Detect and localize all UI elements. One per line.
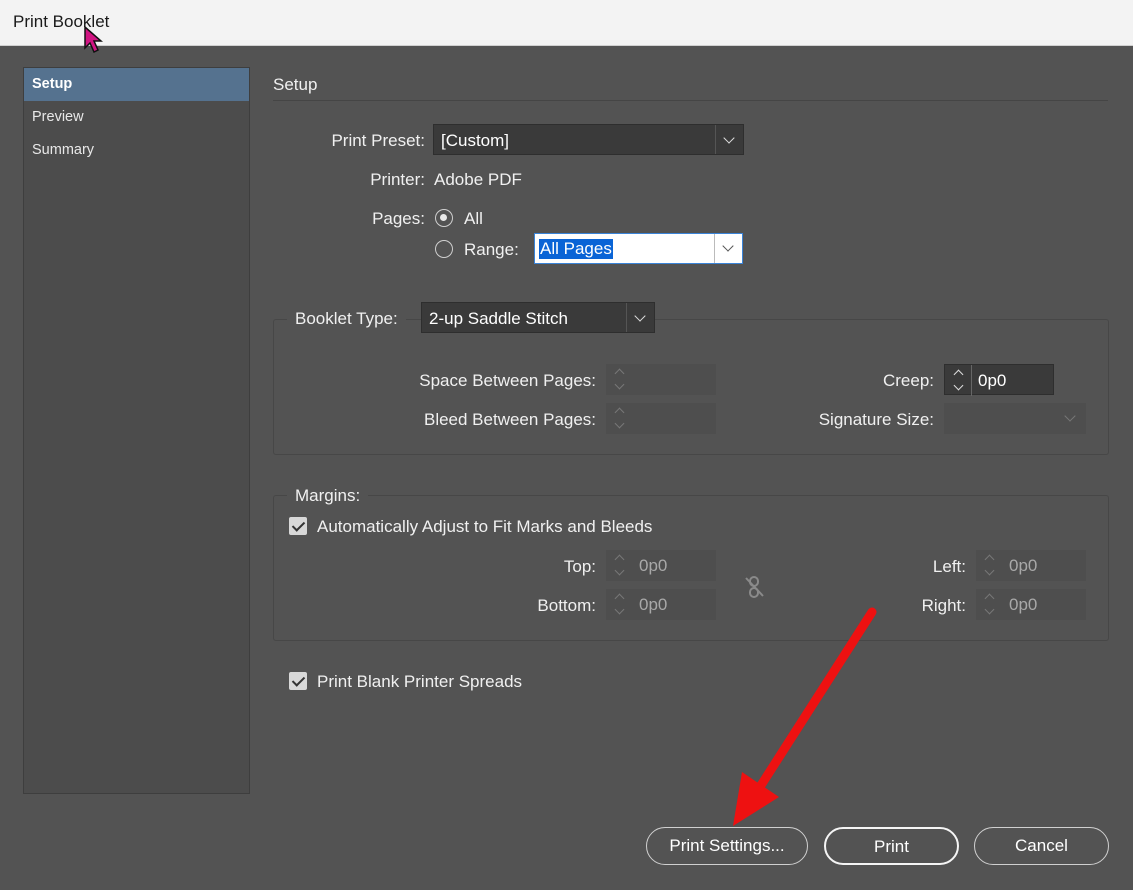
print-settings-button[interactable]: Print Settings... xyxy=(646,827,808,865)
print-preset-dropdown[interactable]: [Custom] xyxy=(433,124,744,155)
booklet-type-dropdown[interactable]: 2-up Saddle Stitch xyxy=(421,302,655,333)
margin-bottom-stepper: 0p0 xyxy=(606,589,716,620)
chain-link-broken-icon xyxy=(745,576,764,598)
print-preset-label: Print Preset: xyxy=(331,131,425,150)
sidebar-item-setup[interactable]: Setup xyxy=(24,68,249,101)
title-bar: Print Booklet xyxy=(0,0,1133,54)
print-blank-spreads-checkbox[interactable] xyxy=(289,672,307,690)
bleed-between-pages-label: Bleed Between Pages: xyxy=(423,410,596,429)
chevron-down-icon xyxy=(626,303,654,332)
stepper-arrows-icon xyxy=(606,550,633,581)
space-between-pages-label: Space Between Pages: xyxy=(419,371,596,390)
auto-adjust-label: Automatically Adjust to Fit Marks and Bl… xyxy=(317,517,653,536)
margin-top-label: Top: xyxy=(563,557,596,576)
stepper-arrows-icon xyxy=(606,589,633,620)
margin-top-stepper: 0p0 xyxy=(606,550,716,581)
signature-size-label: Signature Size: xyxy=(818,410,934,429)
stepper-arrows-icon xyxy=(976,589,1003,620)
stepper-arrows-icon xyxy=(606,364,633,395)
creep-stepper[interactable]: 0p0 xyxy=(944,364,1054,396)
print-blank-spreads-label: Print Blank Printer Spreads xyxy=(317,672,523,691)
margins-title: Margins: xyxy=(287,486,369,506)
range-selected-text: All Pages xyxy=(539,239,613,259)
printer-label: Printer: xyxy=(370,170,425,189)
creep-label: Creep: xyxy=(882,371,934,390)
sidebar-item-preview[interactable]: Preview xyxy=(24,101,249,134)
margin-right-stepper: 0p0 xyxy=(976,589,1086,620)
margin-bottom-value: 0p0 xyxy=(639,595,668,614)
booklet-type-value: 2-up Saddle Stitch xyxy=(429,309,568,328)
section-title: Setup xyxy=(273,75,318,94)
pages-all-label: All xyxy=(464,209,483,228)
pages-range-radio[interactable] xyxy=(435,240,453,258)
sidebar-item-summary[interactable]: Summary xyxy=(24,134,249,167)
auto-adjust-checkbox[interactable] xyxy=(289,517,307,535)
pages-all-radio[interactable] xyxy=(435,209,453,227)
margin-left-value: 0p0 xyxy=(1009,556,1038,575)
chevron-down-icon xyxy=(715,125,743,154)
booklet-type-label: Booklet Type: xyxy=(287,309,406,329)
margin-left-label: Left: xyxy=(932,557,966,576)
mouse-cursor-icon xyxy=(84,26,103,54)
printer-value: Adobe PDF xyxy=(434,170,522,189)
bleed-between-pages-stepper xyxy=(606,403,716,434)
sidebar: Setup Preview Summary xyxy=(23,67,250,794)
pages-range-input[interactable]: All Pages xyxy=(534,233,743,264)
print-button[interactable]: Print xyxy=(824,827,959,865)
margin-right-value: 0p0 xyxy=(1009,595,1038,614)
stepper-arrows-icon xyxy=(606,403,633,434)
section-divider xyxy=(273,100,1108,101)
margin-bottom-label: Bottom: xyxy=(537,596,596,615)
pages-range-label: Range: xyxy=(464,240,519,259)
margin-right-label: Right: xyxy=(921,596,966,615)
stepper-arrows-icon xyxy=(976,550,1003,581)
signature-size-dropdown xyxy=(944,403,1086,434)
stepper-arrows-icon[interactable] xyxy=(945,365,972,396)
margin-left-stepper: 0p0 xyxy=(976,550,1086,581)
print-preset-value: [Custom] xyxy=(441,131,510,150)
pages-label: Pages: xyxy=(372,209,425,228)
creep-value: 0p0 xyxy=(978,371,1007,390)
space-between-pages-stepper xyxy=(606,364,716,395)
margin-top-value: 0p0 xyxy=(639,556,668,575)
cancel-button[interactable]: Cancel xyxy=(974,827,1109,865)
chevron-down-icon[interactable] xyxy=(714,234,742,263)
